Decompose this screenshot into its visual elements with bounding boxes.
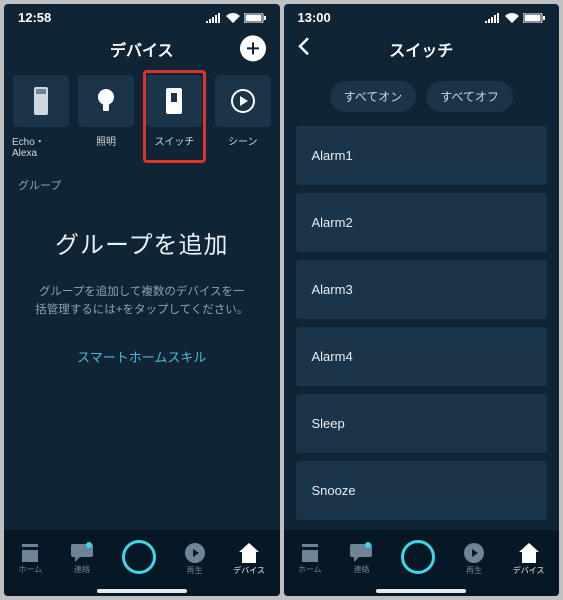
tab-home[interactable]: ホーム [18, 544, 42, 575]
groups-empty-state: グループを追加 グループを追加して複数のデバイスを一括管理するには+をタップして… [4, 201, 280, 530]
signal-icon [206, 13, 222, 23]
empty-title: グループを追加 [55, 229, 229, 263]
echo-icon [34, 87, 48, 115]
tab-label: 連絡 [353, 564, 369, 575]
tab-devices[interactable]: デバイス [233, 543, 265, 576]
back-button[interactable] [298, 37, 310, 60]
category-row: Echo・Alexa 照明 スイッチ シーン [4, 75, 280, 169]
tab-play[interactable]: 再生 [185, 543, 205, 576]
devices-icon [519, 543, 539, 563]
home-indicator [376, 589, 466, 593]
all-on-button[interactable]: すべてオン [330, 81, 417, 112]
wifi-icon [505, 13, 519, 23]
tab-contact[interactable]: 連絡 [350, 544, 372, 575]
tab-bar: ホーム 連絡 再生 デバイス [284, 530, 560, 596]
list-item[interactable]: Alarm3 [296, 260, 548, 319]
battery-icon [523, 13, 545, 23]
status-icons [206, 13, 266, 23]
list-item[interactable]: Alarm1 [296, 126, 548, 185]
right-screen: 13:00 スイッチ すべてオン すべてオフ Alarm1 Alarm2 Ala… [284, 4, 560, 596]
header: スイッチ [284, 27, 560, 75]
notification-dot [365, 542, 371, 548]
tab-alexa[interactable] [122, 542, 156, 576]
category-switch[interactable]: スイッチ [143, 70, 206, 163]
signal-icon [485, 13, 501, 23]
tab-label: 再生 [466, 565, 482, 576]
plus-icon [246, 41, 260, 55]
tab-contact[interactable]: 連絡 [71, 544, 93, 575]
tab-label: 再生 [187, 565, 203, 576]
category-label: Echo・Alexa [12, 133, 69, 159]
groups-section-label: グループ [4, 169, 280, 201]
left-screen: 12:58 デバイス Echo・Alexa 照明 スイッチ シーン グル [4, 4, 280, 596]
tab-devices[interactable]: デバイス [513, 543, 545, 576]
smart-home-skill-link[interactable]: スマートホームスキル [77, 347, 206, 366]
tab-home[interactable]: ホーム [298, 544, 322, 575]
bulb-icon [96, 88, 116, 114]
empty-subtitle: グループを追加して複数のデバイスを一括管理するには+をタップしてください。 [34, 283, 250, 320]
category-label: スイッチ [154, 133, 194, 148]
tab-label: ホーム [18, 564, 42, 575]
play-icon [185, 543, 205, 563]
list-item[interactable]: Alarm4 [296, 327, 548, 386]
tab-alexa[interactable] [401, 542, 435, 576]
scene-icon [230, 88, 256, 114]
home-icon [19, 544, 41, 562]
bulk-action-row: すべてオン すべてオフ [284, 75, 560, 126]
alexa-ring-icon [122, 540, 156, 574]
page-title: スイッチ [389, 37, 453, 61]
play-icon [464, 543, 484, 563]
status-icons [485, 13, 545, 23]
list-item[interactable]: Snooze [296, 461, 548, 520]
tab-label: ホーム [298, 564, 322, 575]
alexa-ring-icon [401, 540, 435, 574]
category-scene[interactable]: シーン [214, 75, 271, 159]
home-indicator [97, 589, 187, 593]
category-label: 照明 [96, 133, 116, 148]
wifi-icon [226, 13, 240, 23]
switch-list: Alarm1 Alarm2 Alarm3 Alarm4 Sleep Snooze [284, 126, 560, 520]
page-title: デバイス [110, 37, 174, 61]
status-time: 13:00 [298, 10, 331, 25]
tab-label: デバイス [233, 565, 265, 576]
list-item[interactable]: Alarm2 [296, 193, 548, 252]
add-button[interactable] [240, 35, 266, 61]
tab-play[interactable]: 再生 [464, 543, 484, 576]
category-label: シーン [228, 133, 258, 148]
home-icon [299, 544, 321, 562]
list-item[interactable]: Sleep [296, 394, 548, 453]
status-time: 12:58 [18, 10, 51, 25]
battery-icon [244, 13, 266, 23]
devices-icon [239, 543, 259, 563]
category-light[interactable]: 照明 [77, 75, 134, 159]
category-echo[interactable]: Echo・Alexa [12, 75, 69, 159]
tab-label: 連絡 [74, 564, 90, 575]
tab-bar: ホーム 連絡 再生 デバイス [4, 530, 280, 596]
switch-icon [166, 88, 182, 114]
status-bar: 13:00 [284, 4, 560, 27]
status-bar: 12:58 [4, 4, 280, 27]
tab-label: デバイス [513, 565, 545, 576]
notification-dot [86, 542, 92, 548]
header: デバイス [4, 27, 280, 75]
chevron-left-icon [298, 37, 310, 55]
all-off-button[interactable]: すべてオフ [426, 81, 513, 112]
